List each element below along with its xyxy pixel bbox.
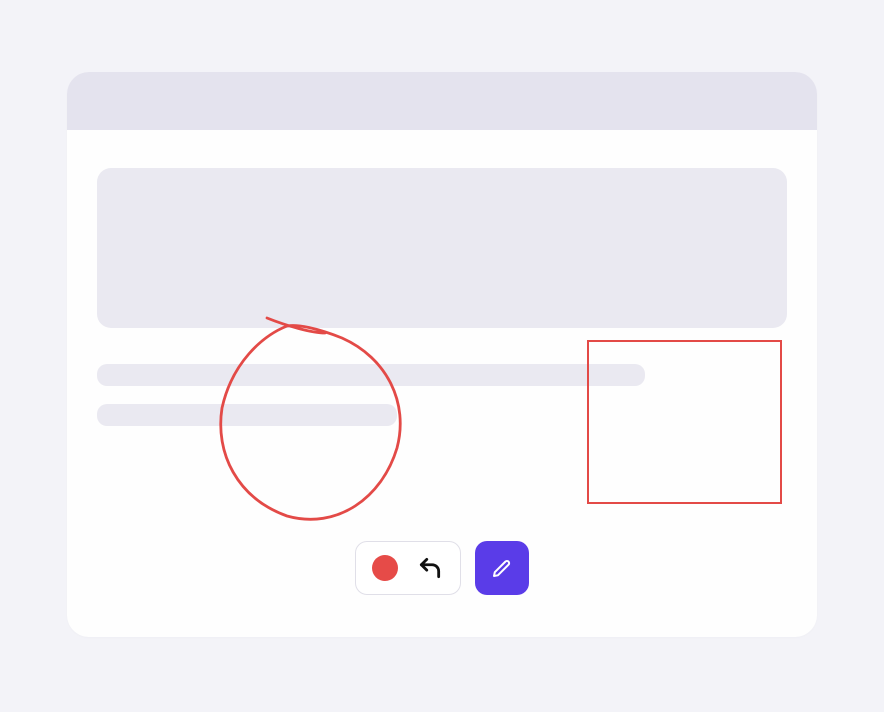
content-area xyxy=(67,130,817,426)
toolbar xyxy=(355,541,529,595)
text-placeholder-line xyxy=(97,404,397,426)
undo-button[interactable] xyxy=(416,554,444,582)
app-window xyxy=(67,72,817,637)
banner-placeholder xyxy=(97,168,787,328)
window-titlebar xyxy=(67,72,817,130)
toolbar-segment xyxy=(355,541,461,595)
text-placeholder-line xyxy=(97,364,645,386)
edit-button[interactable] xyxy=(475,541,529,595)
record-button[interactable] xyxy=(372,555,398,581)
undo-icon xyxy=(417,555,443,581)
pencil-icon xyxy=(490,556,514,580)
